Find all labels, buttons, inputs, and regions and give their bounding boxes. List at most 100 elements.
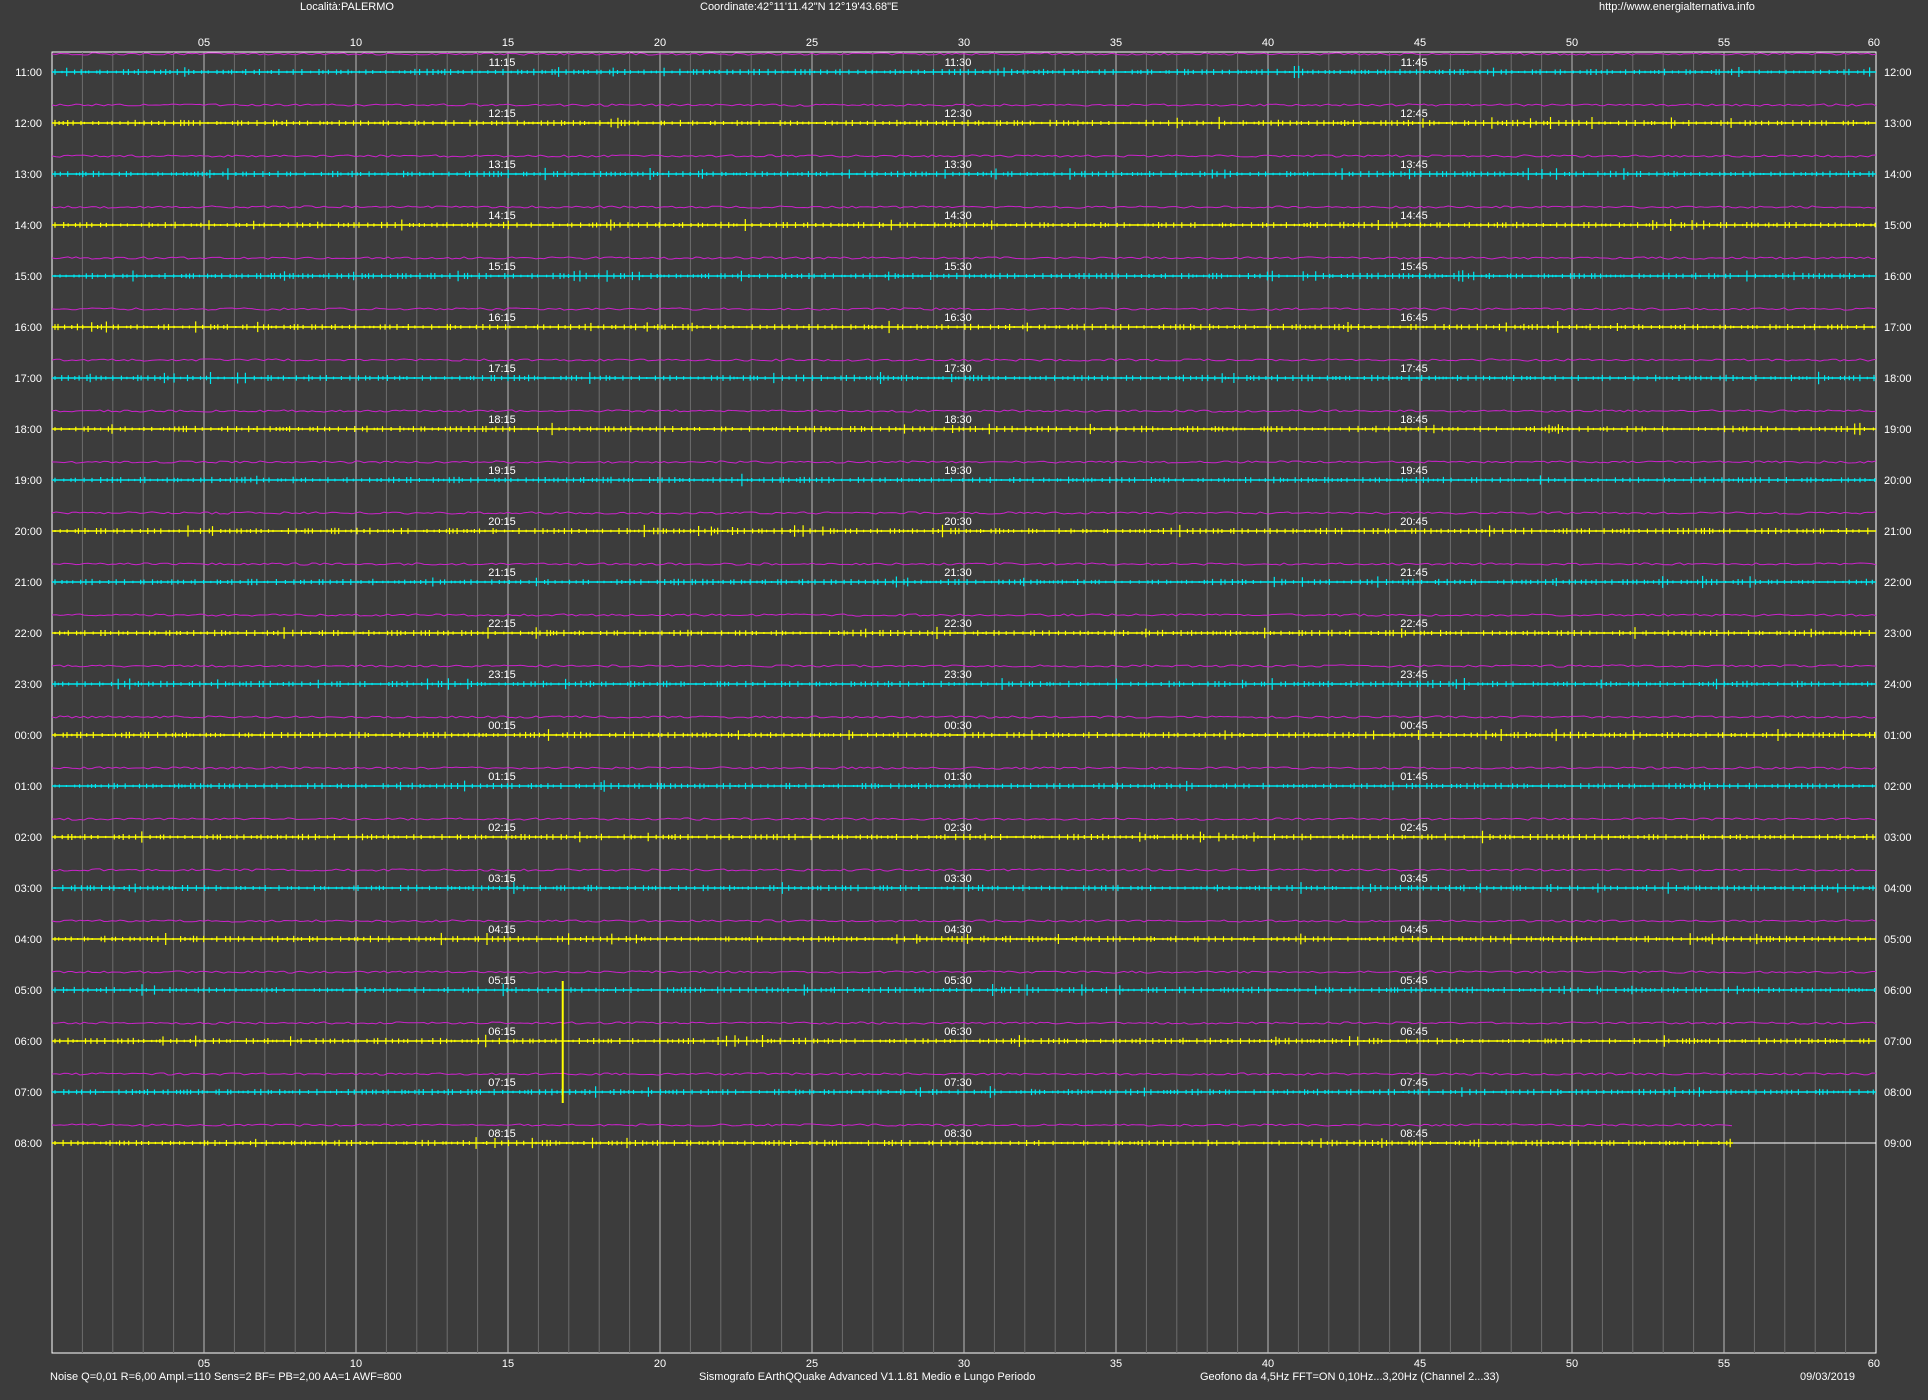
quarter-hour-label: 14:30 xyxy=(944,210,972,222)
quarter-hour-label: 13:30 xyxy=(944,159,972,171)
row-end-label: 04:00 xyxy=(1884,883,1912,895)
quarter-hour-label: 07:15 xyxy=(488,1077,516,1089)
x-tick-label-bottom: 30 xyxy=(958,1358,970,1370)
row-start-label: 18:00 xyxy=(14,424,42,436)
x-tick-label-bottom: 45 xyxy=(1414,1358,1426,1370)
quarter-hour-label: 00:45 xyxy=(1400,720,1428,732)
quarter-hour-label: 23:15 xyxy=(488,669,516,681)
row-end-label: 17:00 xyxy=(1884,322,1912,334)
row-end-label: 23:00 xyxy=(1884,628,1912,640)
row-end-label: 09:00 xyxy=(1884,1138,1912,1150)
row-start-label: 20:00 xyxy=(14,526,42,538)
quarter-hour-label: 17:30 xyxy=(944,363,972,375)
x-tick-label-top: 20 xyxy=(654,37,666,49)
row-end-label: 05:00 xyxy=(1884,934,1912,946)
x-tick-label-bottom: 35 xyxy=(1110,1358,1122,1370)
quarter-hour-label: 14:15 xyxy=(488,210,516,222)
x-tick-label-top: 15 xyxy=(502,37,514,49)
row-end-label: 01:00 xyxy=(1884,730,1912,742)
quarter-hour-label: 02:45 xyxy=(1400,822,1428,834)
quarter-hour-label: 08:15 xyxy=(488,1128,516,1140)
row-start-label: 08:00 xyxy=(14,1138,42,1150)
quarter-hour-label: 04:30 xyxy=(944,924,972,936)
x-tick-label-bottom: 15 xyxy=(502,1358,514,1370)
quarter-hour-label: 11:15 xyxy=(489,57,516,69)
row-start-label: 06:00 xyxy=(14,1036,42,1048)
x-tick-label-top: 50 xyxy=(1566,37,1578,49)
quarter-hour-label: 21:15 xyxy=(488,567,516,579)
quarter-hour-label: 16:30 xyxy=(944,312,972,324)
row-end-label: 08:00 xyxy=(1884,1087,1912,1099)
x-tick-label-top: 40 xyxy=(1262,37,1274,49)
row-start-label: 05:00 xyxy=(14,985,42,997)
quarter-hour-label: 05:15 xyxy=(488,975,516,987)
x-tick-label-bottom: 05 xyxy=(198,1358,210,1370)
row-end-label: 15:00 xyxy=(1884,220,1912,232)
quarter-hour-label: 21:30 xyxy=(944,567,972,579)
x-tick-label-top: 10 xyxy=(350,37,362,49)
row-end-label: 14:00 xyxy=(1884,169,1912,181)
row-end-label: 13:00 xyxy=(1884,118,1912,130)
x-tick-label-bottom: 25 xyxy=(806,1358,818,1370)
quarter-hour-label: 16:45 xyxy=(1400,312,1428,324)
x-tick-label-top: 05 xyxy=(198,37,210,49)
row-start-label: 17:00 xyxy=(14,373,42,385)
quarter-hour-label: 01:45 xyxy=(1400,771,1428,783)
quarter-hour-label: 11:45 xyxy=(1401,57,1428,69)
quarter-hour-label: 17:45 xyxy=(1400,363,1428,375)
quarter-hour-label: 05:30 xyxy=(944,975,972,987)
row-end-label: 19:00 xyxy=(1884,424,1912,436)
x-tick-label-top: 35 xyxy=(1110,37,1122,49)
quarter-hour-label: 18:15 xyxy=(488,414,516,426)
quarter-hour-label: 22:45 xyxy=(1400,618,1428,630)
seismogram-chart: 05 05 10 10 15 15 20 20 25 25 30 30 35 35 40 40 45 45 50 50… xyxy=(14,37,1912,1370)
quarter-hour-label: 12:15 xyxy=(488,108,516,120)
quarter-hour-label: 15:45 xyxy=(1400,261,1428,273)
row-start-label: 11:00 xyxy=(15,67,42,79)
quarter-hour-label: 23:30 xyxy=(944,669,972,681)
quarter-hour-label: 17:15 xyxy=(488,363,516,375)
row-end-label: 06:00 xyxy=(1884,985,1912,997)
row-end-label: 20:00 xyxy=(1884,475,1912,487)
grid-lines xyxy=(81,52,1847,1353)
quarter-hour-label: 07:45 xyxy=(1400,1077,1428,1089)
row-start-label: 01:00 xyxy=(14,781,42,793)
row-start-label: 21:00 xyxy=(14,577,42,589)
quarter-hour-label: 08:45 xyxy=(1400,1128,1428,1140)
row-start-label: 00:00 xyxy=(14,730,42,742)
x-tick-label-top: 60 xyxy=(1868,37,1880,49)
quarter-hour-label: 20:30 xyxy=(944,516,972,528)
quarter-hour-label: 08:30 xyxy=(944,1128,972,1140)
quarter-hour-label: 07:30 xyxy=(944,1077,972,1089)
quarter-hour-label: 12:45 xyxy=(1400,108,1428,120)
row-start-label: 15:00 xyxy=(14,271,42,283)
quarter-hour-label: 06:15 xyxy=(488,1026,516,1038)
quarter-hour-label: 13:15 xyxy=(488,159,516,171)
row-start-label: 19:00 xyxy=(14,475,42,487)
quarter-hour-label: 02:15 xyxy=(488,822,516,834)
row-end-label: 21:00 xyxy=(1884,526,1912,538)
quarter-hour-label: 06:45 xyxy=(1400,1026,1428,1038)
row-start-label: 22:00 xyxy=(14,628,42,640)
quarter-hour-label: 14:45 xyxy=(1400,210,1428,222)
quarter-hour-label: 15:30 xyxy=(944,261,972,273)
x-tick-label-top: 45 xyxy=(1414,37,1426,49)
quarter-hour-label: 22:15 xyxy=(488,618,516,630)
row-end-label: 22:00 xyxy=(1884,577,1912,589)
row-end-label: 18:00 xyxy=(1884,373,1912,385)
x-tick-label-bottom: 50 xyxy=(1566,1358,1578,1370)
row-start-label: 13:00 xyxy=(14,169,42,181)
quarter-hour-label: 03:30 xyxy=(944,873,972,885)
x-tick-label-bottom: 40 xyxy=(1262,1358,1274,1370)
quarter-hour-label: 15:15 xyxy=(488,261,516,273)
x-tick-label-top: 25 xyxy=(806,37,818,49)
quarter-hour-label: 23:45 xyxy=(1400,669,1428,681)
quarter-hour-label: 13:45 xyxy=(1400,159,1428,171)
x-tick-label-bottom: 20 xyxy=(654,1358,666,1370)
quarter-hour-label: 16:15 xyxy=(488,312,516,324)
row-start-label: 07:00 xyxy=(14,1087,42,1099)
quarter-hour-label: 03:45 xyxy=(1400,873,1428,885)
quarter-hour-label: 05:45 xyxy=(1400,975,1428,987)
quarter-hour-label: 19:30 xyxy=(944,465,972,477)
sensor-label: Geofono da 4,5Hz FFT=ON 0,10Hz...3,20Hz … xyxy=(1200,1371,1500,1383)
